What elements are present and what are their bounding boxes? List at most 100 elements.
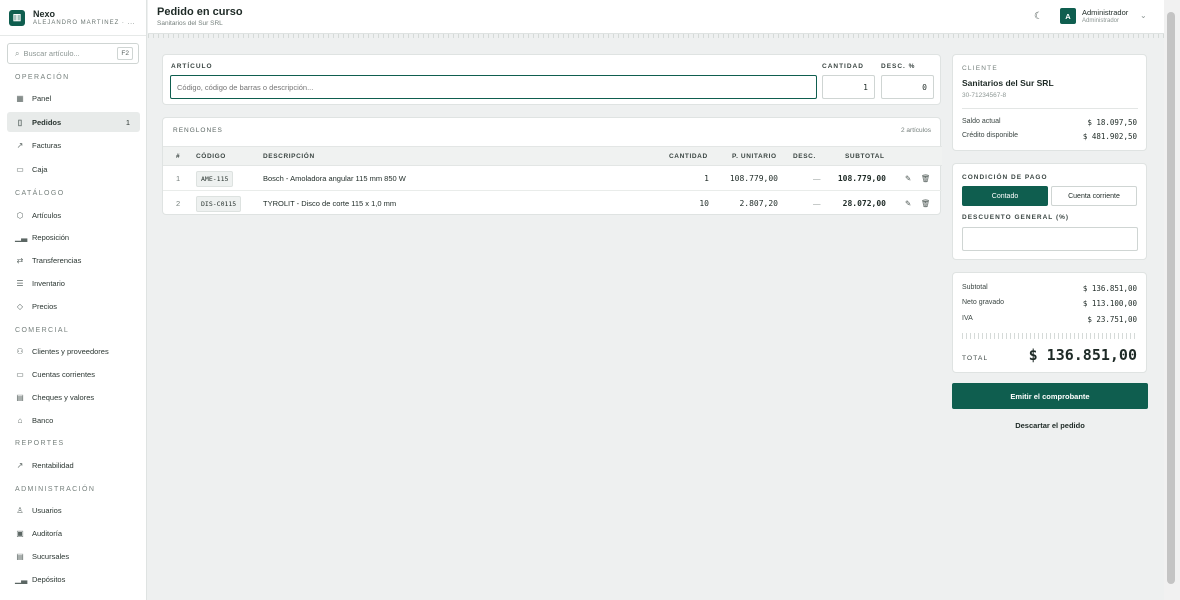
row-quantity: 10 — [699, 199, 709, 208]
client-card[interactable]: CLIENTE Sanitarios del Sur SRL 30-712345… — [952, 54, 1147, 151]
user-name[interactable]: Administrador — [1082, 8, 1128, 17]
sidebar-item-label: Inventario — [32, 278, 65, 288]
sidebar-item-label: Sucursales — [32, 551, 70, 561]
edit-icon[interactable]: ✎ — [905, 199, 911, 208]
bank-icon: ⌂ — [17, 415, 23, 425]
sidebar-item-pedidos[interactable]: ▯ Pedidos 1 — [7, 112, 140, 132]
edit-icon[interactable]: ✎ — [905, 174, 911, 183]
sidebar-item-label: Clientes y proveedores — [32, 346, 109, 356]
search-shortcut: F2 — [117, 47, 133, 60]
user-icon: ♙ — [16, 505, 24, 515]
sidebar-item-panel[interactable]: ▦ Panel — [7, 88, 140, 108]
sidebar-item-cuentas-corrientes[interactable]: ▭ Cuentas corrientes — [7, 364, 140, 384]
trash-icon[interactable]: 🗑︎ — [921, 199, 931, 208]
row-unit-price: 108.779,00 — [729, 174, 778, 183]
row-number: 2 — [176, 199, 181, 208]
balance-label: Saldo actual — [962, 118, 1001, 125]
row-description: TYROLIT - Disco de corte 115 x 1,0 mm — [263, 199, 397, 208]
sidebar-item-label: Panel — [32, 93, 52, 103]
sidebar: ▥ Nexo ALEJANDRO MARTINEZ · ... ⌕ Buscar… — [0, 0, 147, 600]
general-discount-label: DESCUENTO GENERAL (%) — [962, 214, 1070, 221]
lines-title: RENGLONES — [173, 127, 223, 134]
sidebar-item-label: Rentabilidad — [32, 460, 74, 470]
sidebar-item-reposicion[interactable]: ▁▃ Reposición — [7, 227, 140, 247]
sidebar-item-label: Auditoría — [32, 528, 63, 538]
box-icon: ⬡ — [16, 210, 24, 220]
totals-card: Subtotal $ 136.851,00 Neto gravado $ 113… — [952, 272, 1147, 373]
sidebar-item-usuarios[interactable]: ♙ Usuarios — [7, 500, 140, 520]
search-placeholder: Buscar artículo... — [23, 49, 80, 58]
sidebar-item-label: Facturas — [32, 140, 62, 150]
row-discount: — — [813, 199, 821, 208]
payment-card: CONDICIÓN DE PAGO Contado Cuenta corrien… — [952, 163, 1147, 260]
payment-label: CONDICIÓN DE PAGO — [962, 174, 1048, 181]
scrollbar[interactable] — [1164, 0, 1180, 600]
sidebar-item-precios[interactable]: ◇ Precios — [7, 296, 140, 316]
net-value: $ 113.100,00 — [1082, 299, 1137, 308]
brand: ▥ Nexo ALEJANDRO MARTINEZ · ... — [0, 0, 146, 36]
sidebar-item-label: Banco — [32, 415, 54, 425]
sidebar-item-rentabilidad[interactable]: ↗ Rentabilidad — [7, 455, 140, 475]
brand-name: Nexo — [33, 9, 56, 19]
sidebar-item-depositos[interactable]: ▁▃ Depósitos — [7, 569, 140, 589]
logo-icon: ▥ — [9, 9, 25, 26]
article-label: ARTÍCULO — [171, 63, 213, 70]
ruler-decoration — [148, 34, 1164, 38]
row-code: DIS-C0115 — [196, 196, 242, 212]
discount-label: DESC. % — [881, 63, 916, 70]
user-role: Administrador — [1082, 18, 1120, 24]
bars-icon: ▁▃ — [15, 232, 28, 242]
sidebar-item-banco[interactable]: ⌂ Banco — [7, 410, 140, 430]
theme-toggle-moon-icon[interactable]: ☾ — [1034, 11, 1043, 22]
sidebar-item-auditoria[interactable]: ▣ Auditoría — [7, 523, 140, 543]
discard-order-button[interactable]: Descartar el pedido — [952, 421, 1148, 430]
sidebar-item-caja[interactable]: ▭ Caja — [7, 159, 140, 179]
row-description: Bosch - Amoladora angular 115 mm 850 W — [263, 174, 406, 183]
sidebar-item-sucursales[interactable]: ▤ Sucursales — [7, 546, 140, 566]
table-row[interactable]: 1 AME-115 Bosch - Amoladora angular 115 … — [163, 166, 942, 191]
check-icon: ▤ — [16, 392, 24, 402]
row-quantity: 1 — [704, 174, 709, 183]
sidebar-item-inventario[interactable]: ☰ Inventario — [7, 273, 140, 293]
payment-account-button[interactable]: Cuenta corriente — [1051, 186, 1137, 206]
iva-label: IVA — [962, 315, 973, 322]
scrollbar-thumb[interactable] — [1167, 12, 1175, 584]
row-discount: — — [813, 174, 821, 183]
quantity-input[interactable]: 1 — [822, 75, 875, 99]
lines-card: RENGLONES 2 artículos # CÓDIGO DESCRIPCI… — [162, 117, 942, 216]
total-value: $ 136.851,00 — [1028, 346, 1137, 364]
discount-input[interactable]: 0 — [881, 75, 934, 99]
quantity-label: CANTIDAD — [822, 63, 864, 70]
sidebar-item-label: Artículos — [32, 210, 62, 220]
list-icon: ☰ — [16, 278, 24, 288]
col-discount: DESC. — [793, 153, 816, 160]
general-discount-input[interactable] — [962, 227, 1138, 251]
col-subtotal: SUBTOTAL — [845, 153, 885, 160]
sidebar-item-label: Precios — [32, 301, 58, 311]
col-description: DESCRIPCIÓN — [263, 153, 315, 160]
store-icon: ▤ — [16, 551, 24, 561]
trash-icon[interactable]: 🗑︎ — [921, 174, 931, 183]
article-search-input[interactable] — [170, 75, 817, 99]
section-catalogo: CATÁLOGO — [15, 190, 65, 197]
sidebar-item-facturas[interactable]: ↗ Facturas — [7, 135, 140, 155]
chevron-down-icon[interactable]: ⌄ — [1140, 11, 1147, 20]
sidebar-item-label: Reposición — [32, 232, 70, 242]
emit-invoice-button[interactable]: Emitir el comprobante — [952, 383, 1148, 409]
sidebar-item-label: Cheques y valores — [32, 392, 95, 402]
payment-cash-button[interactable]: Contado — [962, 186, 1048, 206]
avatar[interactable]: A — [1060, 8, 1076, 24]
sidebar-item-transferencias[interactable]: ⇄ Transferencias — [7, 250, 140, 270]
page-subtitle: Sanitarios del Sur SRL — [157, 20, 223, 27]
total-label: TOTAL — [962, 355, 989, 362]
sidebar-item-label: Usuarios — [32, 505, 62, 515]
sidebar-item-clientes[interactable]: ⚇ Clientes y proveedores — [7, 341, 140, 361]
search-input[interactable]: ⌕ Buscar artículo... F2 — [7, 43, 139, 64]
audit-icon: ▣ — [16, 528, 24, 538]
sidebar-item-cheques[interactable]: ▤ Cheques y valores — [7, 387, 140, 407]
users-icon: ⚇ — [16, 346, 24, 356]
sidebar-item-label: Caja — [32, 164, 48, 174]
sidebar-item-articulos[interactable]: ⬡ Artículos — [7, 205, 140, 225]
row-code: AME-115 — [196, 171, 234, 187]
table-row[interactable]: 2 DIS-C0115 TYROLIT - Disco de corte 115… — [163, 191, 942, 216]
